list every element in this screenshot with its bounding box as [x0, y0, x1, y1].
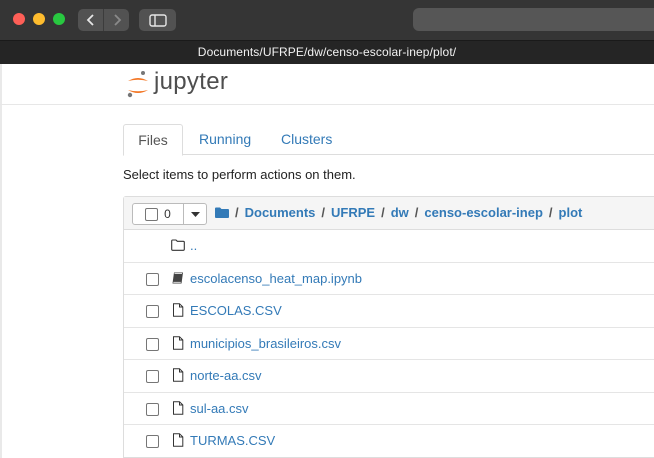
- file-name[interactable]: escolacenso_heat_map.ipynb: [190, 271, 362, 286]
- zoom-window-button[interactable]: [53, 13, 65, 25]
- breadcrumb: / Documents / UFRPE / dw / censo-escolar…: [215, 205, 582, 220]
- notebook-icon: [172, 272, 183, 283]
- browser-tab-title[interactable]: Documents/UFRPE/dw/censo-escolar-inep/pl…: [0, 45, 654, 59]
- file-name[interactable]: sul-aa.csv: [190, 401, 249, 416]
- tab-files[interactable]: Files: [123, 124, 183, 156]
- jupyter-logo-icon: [127, 71, 148, 98]
- row-checkbox[interactable]: [146, 402, 159, 416]
- file-list-header: 0 / Documents / UFRPE / dw / censo-escol…: [124, 197, 654, 230]
- breadcrumb-documents[interactable]: Documents: [245, 205, 316, 220]
- row-checkbox[interactable]: [146, 305, 159, 318]
- caret-down-icon: [190, 211, 200, 217]
- file-name[interactable]: norte-aa.csv: [190, 368, 262, 383]
- selected-count: 0: [164, 207, 171, 221]
- folder-icon[interactable]: [215, 207, 229, 218]
- close-window-button[interactable]: [13, 13, 25, 25]
- breadcrumb-ufrpe[interactable]: UFRPE: [331, 205, 375, 220]
- breadcrumb-separator: /: [235, 205, 239, 220]
- row-checkbox[interactable]: [146, 435, 159, 448]
- file-icon: [173, 433, 184, 447]
- navigation-buttons: [78, 9, 129, 31]
- row-checkbox[interactable]: [146, 337, 159, 351]
- file-name[interactable]: TURMAS.CSV: [190, 433, 275, 448]
- list-item[interactable]: TURMAS.CSV: [124, 425, 654, 457]
- list-item[interactable]: sul-aa.csv: [124, 393, 654, 425]
- minimize-window-button[interactable]: [33, 13, 45, 25]
- selection-dropdown-button[interactable]: [184, 204, 206, 224]
- tab-running[interactable]: Running: [199, 124, 251, 154]
- chevron-left-icon: [86, 14, 94, 26]
- file-name[interactable]: ..: [190, 238, 197, 253]
- select-all-toggle[interactable]: 0: [133, 204, 184, 224]
- list-item[interactable]: ESCOLAS.CSV: [124, 295, 654, 328]
- list-item-parent-directory[interactable]: ..: [124, 230, 654, 263]
- breadcrumb-censo-escolar-inep[interactable]: censo-escolar-inep: [424, 205, 543, 220]
- row-checkbox[interactable]: [146, 370, 159, 383]
- chevron-right-icon: [113, 14, 121, 26]
- row-checkbox[interactable]: [146, 272, 159, 286]
- breadcrumb-plot[interactable]: plot: [559, 205, 583, 220]
- selection-hint: Select items to perform actions on them.: [123, 167, 356, 182]
- dashboard-tabs: Files Running Clusters: [123, 124, 654, 156]
- header-divider: [0, 104, 654, 105]
- breadcrumb-separator: /: [548, 205, 553, 220]
- window-titlebar: [0, 0, 654, 40]
- file-icon: [173, 335, 184, 350]
- file-name[interactable]: municipios_brasileiros.csv: [190, 336, 341, 351]
- file-icon: [173, 303, 184, 317]
- breadcrumb-separator: /: [321, 205, 326, 220]
- forward-button[interactable]: [103, 9, 129, 31]
- file-icon: [173, 368, 184, 382]
- breadcrumb-separator: /: [381, 205, 385, 220]
- file-name[interactable]: ESCOLAS.CSV: [190, 303, 282, 318]
- breadcrumb-dw[interactable]: dw: [391, 205, 409, 220]
- jupyter-logo[interactable]: jupyter: [126, 68, 246, 101]
- select-all-checkbox[interactable]: [145, 207, 159, 221]
- file-icon: [173, 400, 184, 415]
- list-item[interactable]: escolacenso_heat_map.ipynb: [124, 263, 654, 295]
- browser-tab-bar: Documents/UFRPE/dw/censo-escolar-inep/pl…: [0, 40, 654, 64]
- jupyter-logo-text: jupyter: [154, 68, 229, 95]
- select-all-control: 0: [132, 203, 207, 225]
- list-item[interactable]: norte-aa.csv: [124, 360, 654, 393]
- breadcrumb-separator: /: [414, 205, 419, 220]
- sidebar-toggle-button[interactable]: [139, 9, 176, 31]
- left-edge-divider: [0, 64, 2, 458]
- tab-clusters[interactable]: Clusters: [281, 124, 332, 154]
- list-item[interactable]: municipios_brasileiros.csv: [124, 328, 654, 360]
- back-button[interactable]: [78, 9, 103, 31]
- address-bar[interactable]: [413, 8, 654, 31]
- file-list: 0 / Documents / UFRPE / dw / censo-escol…: [123, 196, 654, 458]
- folder-icon: [171, 239, 185, 251]
- sidebar-icon: [148, 13, 167, 27]
